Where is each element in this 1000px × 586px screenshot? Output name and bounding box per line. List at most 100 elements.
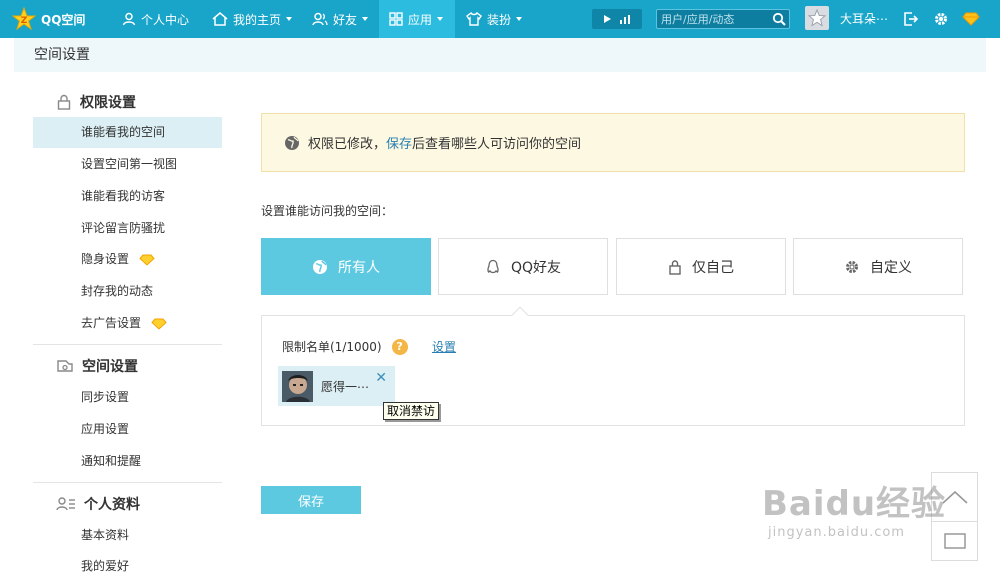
profile-card-icon xyxy=(56,497,75,511)
remove-block-close-icon[interactable]: ✕ xyxy=(375,370,387,386)
section-permissions: 权限设置 xyxy=(33,87,136,117)
restriction-settings-link[interactable]: 设置 xyxy=(432,338,456,355)
tshirt-icon xyxy=(466,12,482,26)
nav-label: 好友 xyxy=(333,12,358,27)
help-icon[interactable]: ? xyxy=(391,338,408,355)
access-label: 设置谁能访问我的空间： xyxy=(261,204,394,218)
home-icon xyxy=(212,12,228,26)
qzone-logo[interactable]: Z QQ空间 xyxy=(12,0,85,38)
sidebar-item-label: 设置空间第一视图 xyxy=(81,157,178,171)
search-input[interactable] xyxy=(661,11,767,27)
username-link[interactable]: 大耳朵⋯ xyxy=(840,0,888,38)
star-logo-icon: Z xyxy=(12,7,36,31)
restriction-count-label: 限制名单(1/1000) xyxy=(282,340,382,354)
panel-pointer xyxy=(511,306,529,324)
sidebar-item-sync[interactable]: 同步设置 xyxy=(33,382,222,413)
logout-icon[interactable] xyxy=(903,0,919,38)
feedback-icon xyxy=(943,533,966,549)
watermark-url-text: jingyan.baidu.com xyxy=(768,525,905,540)
nav-label: 装扮 xyxy=(487,12,512,27)
lock-icon xyxy=(669,259,681,275)
chevron-down-icon xyxy=(286,17,293,21)
nav-friends[interactable]: 好友 xyxy=(312,0,369,38)
sidebar-item-basic-info[interactable]: 基本资料 xyxy=(33,520,222,551)
page-title: 空间设置 xyxy=(34,47,90,63)
diamond-vip-icon xyxy=(151,318,167,330)
sidebar-item-who-can-see-visitors[interactable]: 谁能看我的访客 xyxy=(33,181,222,212)
sidebar-item-first-view[interactable]: 设置空间第一视图 xyxy=(33,149,222,180)
sidebar-item-label: 我的爱好 xyxy=(81,559,130,573)
section-profile: 个人资料 xyxy=(33,489,140,519)
sidebar-item-invisible[interactable]: 隐身设置 xyxy=(33,244,222,275)
top-navigation-bar: Z QQ空间 个人中心 我的主页 好友 应用 装扮 大耳朵⋯ xyxy=(0,0,1000,38)
user-avatar[interactable] xyxy=(805,6,829,30)
notice-text-suffix: 后查看哪些人可访问你的空间 xyxy=(412,137,582,152)
nav-apps[interactable]: 应用 xyxy=(379,0,455,38)
globe-icon xyxy=(313,259,327,274)
sidebar-item-label: 隐身设置 xyxy=(81,252,130,266)
sidebar-item-app-settings[interactable]: 应用设置 xyxy=(33,414,222,445)
divider xyxy=(33,482,222,483)
section-title: 个人资料 xyxy=(84,497,140,513)
music-player-button[interactable] xyxy=(592,9,642,29)
notice-text-prefix: 权限已修改， xyxy=(308,137,387,152)
qq-penguin-icon xyxy=(487,259,499,273)
play-icon xyxy=(603,15,611,23)
sidebar-item-hobbies[interactable]: 我的爱好 xyxy=(33,551,222,582)
sidebar-item-label: 通知和提醒 xyxy=(81,454,142,468)
sidebar-item-archive-feeds[interactable]: 封存我的动态 xyxy=(33,276,222,307)
permission-changed-notice: 权限已修改， 保存 后查看哪些人可访问你的空间 xyxy=(261,113,965,172)
section-title: 空间设置 xyxy=(82,359,138,375)
page-header: 空间设置 xyxy=(14,38,986,72)
option-label: 自定义 xyxy=(870,259,912,276)
save-button[interactable]: 保存 xyxy=(261,486,361,514)
chevron-down-icon xyxy=(516,17,523,21)
star-avatar-icon xyxy=(808,9,826,27)
blocked-user-avatar xyxy=(282,370,313,402)
sidebar-item-label: 评论留言防骚扰 xyxy=(81,221,166,235)
option-custom[interactable]: 自定义 xyxy=(793,238,963,295)
sidebar-item-label: 去广告设置 xyxy=(81,316,142,330)
sidebar-item-remove-ads[interactable]: 去广告设置 xyxy=(33,308,222,339)
gear-icon xyxy=(846,260,858,273)
option-only-me[interactable]: 仅自己 xyxy=(616,238,786,295)
nav-dressup[interactable]: 装扮 xyxy=(466,0,523,38)
sidebar-item-who-can-see-space[interactable]: 谁能看我的空间 xyxy=(33,117,222,148)
globe-icon xyxy=(285,135,299,150)
baidu-jingyan-watermark: Baidu经验 jingyan.baidu.com xyxy=(762,476,946,540)
option-qq-friends[interactable]: QQ好友 xyxy=(438,238,608,295)
sidebar-item-notifications[interactable]: 通知和提醒 xyxy=(33,446,222,477)
notice-save-link[interactable]: 保存 xyxy=(386,133,412,152)
search-icon[interactable] xyxy=(772,12,786,29)
divider xyxy=(33,344,222,345)
option-label: 仅自己 xyxy=(692,259,734,276)
diamond-vip-icon xyxy=(139,254,155,266)
user-icon xyxy=(122,12,136,26)
blocked-user-name: 愿得一⋯ xyxy=(321,379,370,394)
restriction-list-title: 限制名单(1/1000) ? xyxy=(282,338,408,355)
restriction-list-panel: 限制名单(1/1000) ? 设置 愿得一⋯ ✕ 取消禁访 xyxy=(261,306,965,426)
settings-gear-icon[interactable] xyxy=(933,0,949,38)
sidebar-item-label: 同步设置 xyxy=(81,390,130,404)
section-space-settings: 空间设置 xyxy=(33,351,138,381)
sidebar-item-label: 谁能看我的访客 xyxy=(81,189,166,203)
lock-icon xyxy=(57,94,71,110)
sidebar-item-label: 谁能看我的空间 xyxy=(81,125,166,139)
option-label: QQ好友 xyxy=(510,259,562,276)
option-everyone[interactable]: 所有人 xyxy=(261,238,431,295)
blocked-user-chip: 愿得一⋯ ✕ xyxy=(278,366,395,406)
friends-icon xyxy=(312,12,328,26)
equalizer-icon xyxy=(619,15,630,24)
sidebar-item-label: 应用设置 xyxy=(81,422,130,436)
chevron-down-icon xyxy=(362,17,369,21)
diamond-vip-icon[interactable] xyxy=(962,0,980,38)
sidebar-item-label: 基本资料 xyxy=(81,528,130,542)
sidebar-item-anti-harassment[interactable]: 评论留言防骚扰 xyxy=(33,213,222,244)
svg-text:Z: Z xyxy=(21,16,28,26)
option-label: 所有人 xyxy=(338,259,380,276)
apps-grid-icon xyxy=(389,12,403,26)
nav-personal-center[interactable]: 个人中心 xyxy=(122,0,189,38)
nav-my-homepage[interactable]: 我的主页 xyxy=(212,0,293,38)
logo-text: QQ空间 xyxy=(41,12,86,27)
space-settings-icon xyxy=(57,360,73,372)
